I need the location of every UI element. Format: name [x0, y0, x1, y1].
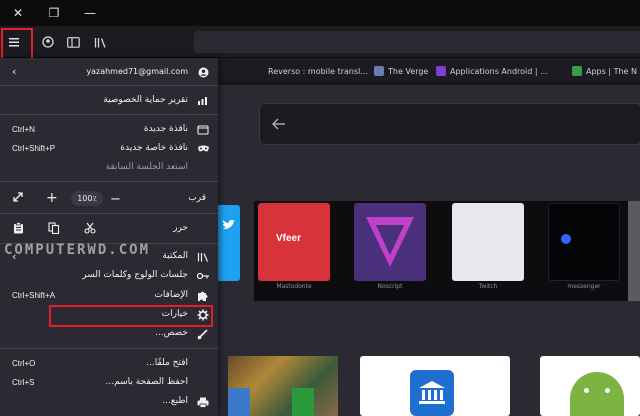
- url-bar[interactable]: [194, 31, 640, 53]
- bookmark-item[interactable]: Applications Android | ...: [436, 63, 548, 79]
- menu-item-new-window[interactable]: نافذة جديدة Ctrl+N: [0, 121, 218, 139]
- tile-logo-text: Vfeer: [276, 233, 302, 244]
- options-highlight-box: [49, 305, 213, 327]
- fullscreen-button[interactable]: [12, 191, 24, 206]
- close-window-button[interactable]: ✕: [0, 0, 36, 26]
- account-button[interactable]: [37, 30, 59, 54]
- puzzle-icon: [196, 289, 210, 303]
- tile-logo-icon: [366, 217, 414, 267]
- fullscreen-icon: [13, 192, 23, 202]
- bookmark-favicon: [374, 66, 384, 76]
- printer-icon: [196, 395, 210, 409]
- sidebar-icon: [66, 36, 80, 48]
- library-icon: [94, 37, 106, 48]
- menu-separator: [0, 114, 218, 115]
- menu-item-print[interactable]: اطبع...: [0, 393, 218, 411]
- highlight-thumbnail-part: [228, 388, 250, 416]
- highlight-thumbnail-part: [292, 388, 314, 416]
- paintbrush-icon: [196, 327, 210, 341]
- menu-item-privacy-report[interactable]: تقرير حماية الخصوصية: [0, 92, 218, 110]
- library-button[interactable]: [89, 30, 111, 54]
- menu-row-zoom: قرب − 100٪ +: [0, 189, 218, 209]
- copy-button[interactable]: [48, 222, 60, 237]
- scissors-icon: [84, 222, 96, 234]
- top-site-tile[interactable]: [548, 203, 620, 281]
- cut-button[interactable]: [84, 222, 96, 237]
- menu-item-save-page[interactable]: احفظ الصفحة باسم... Ctrl+S: [0, 374, 218, 392]
- minimize-window-button[interactable]: —: [72, 0, 108, 26]
- menu-row-edit: حرر: [0, 219, 218, 239]
- new-window-icon: [196, 123, 210, 137]
- menu-item-customize[interactable]: خصص...: [0, 325, 218, 343]
- restore-window-button[interactable]: ❐: [36, 0, 72, 26]
- tile-logo-dot: [561, 234, 571, 244]
- back-arrow-icon: [272, 118, 285, 130]
- menu-item-account[interactable]: yazahmed71@gmail.com ‹: [0, 63, 218, 81]
- account-icon: [196, 65, 210, 79]
- top-site-tile[interactable]: Vfeer: [258, 203, 330, 281]
- tile-partial: [628, 201, 640, 301]
- bookmark-favicon: [572, 66, 582, 76]
- close-icon: ✕: [12, 6, 24, 20]
- chart-icon: [196, 94, 210, 108]
- zoom-reset-button[interactable]: 100٪: [71, 191, 103, 206]
- menu-item-logins[interactable]: جلسات الولوج وكلمات السر: [0, 267, 218, 285]
- bookmark-favicon: [436, 66, 446, 76]
- account-email: yazahmed71@gmail.com: [86, 67, 188, 76]
- paste-button[interactable]: [13, 222, 24, 237]
- copy-icon: [48, 222, 60, 235]
- menu-separator: [0, 181, 218, 182]
- menu-item-addons[interactable]: الإضافات Ctrl+Shift+A: [0, 287, 218, 305]
- top-site-tile[interactable]: [452, 203, 524, 281]
- bookmark-item[interactable]: The Verge: [374, 63, 428, 79]
- watermark: COMPUTERWD.COM: [4, 242, 151, 258]
- minimize-icon: —: [84, 6, 96, 20]
- private-mask-icon: [196, 142, 210, 156]
- zoom-out-button[interactable]: −: [110, 192, 121, 207]
- account-icon: [42, 36, 54, 48]
- menu-item-open-file[interactable]: افتح ملفًا... Ctrl+O: [0, 355, 218, 373]
- bank-icon: [410, 370, 454, 416]
- highlight-card[interactable]: [360, 356, 510, 416]
- tile-label: Twitch: [478, 283, 498, 290]
- clipboard-icon: [14, 222, 23, 234]
- menu-item-restore-session[interactable]: استعد الجلسة السابقة: [0, 159, 218, 177]
- tile-label: messenger: [567, 283, 601, 290]
- restore-icon: ❐: [48, 6, 60, 20]
- tile-label: Noscript: [377, 283, 403, 290]
- sidebar-button[interactable]: [62, 30, 84, 54]
- twitter-icon: [222, 219, 235, 230]
- top-site-tile[interactable]: [354, 203, 426, 281]
- android-icon: [570, 372, 624, 416]
- chevron-left-icon[interactable]: ‹: [12, 65, 16, 78]
- tile-label: Mastodonte: [276, 283, 312, 290]
- bookmark-item[interactable]: Reverso : mobile transl...: [268, 63, 368, 79]
- menu-separator: [0, 213, 218, 214]
- zoom-in-button[interactable]: +: [46, 190, 58, 206]
- search-box[interactable]: [260, 104, 640, 144]
- key-icon: [196, 269, 210, 283]
- menu-separator: [0, 348, 218, 349]
- menu-item-new-private-window[interactable]: نافذة خاصة جديدة Ctrl+Shift+P: [0, 140, 218, 158]
- highlight-card[interactable]: [540, 356, 640, 416]
- library-icon: [196, 250, 210, 264]
- menu-separator: [0, 85, 218, 86]
- bookmark-item[interactable]: Apps | The N: [572, 63, 637, 79]
